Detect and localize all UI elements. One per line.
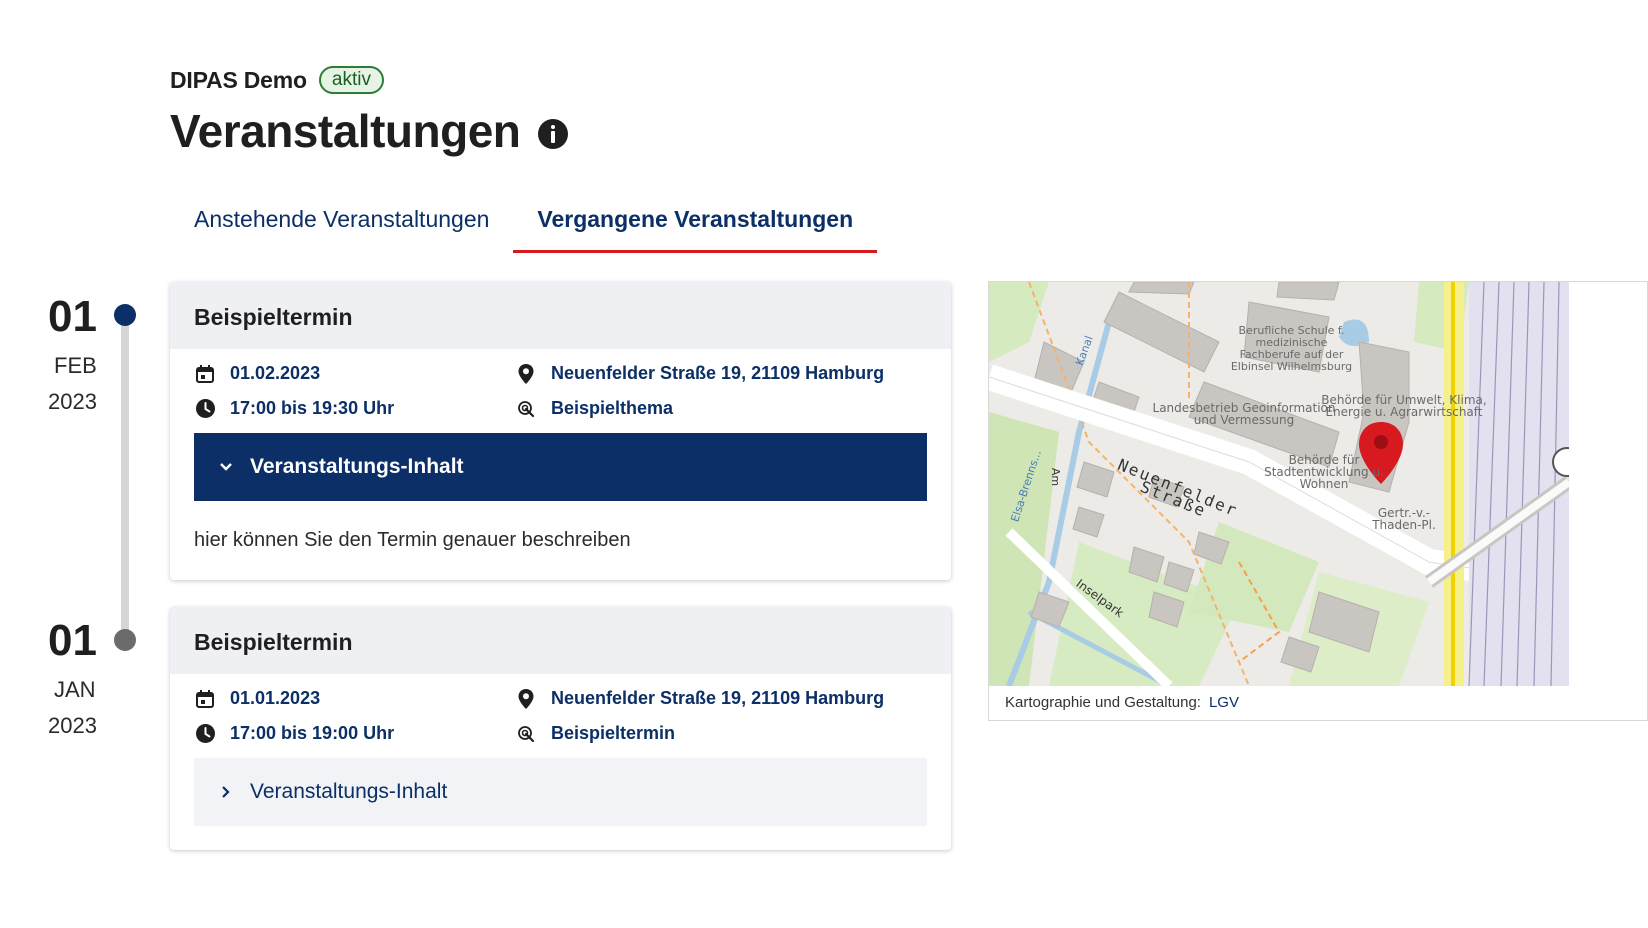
- event-title: Beispieltermin: [170, 607, 951, 674]
- event-meta: 01.02.2023 Neuenfelder Straße 19, 21109 …: [194, 363, 927, 419]
- topic-icon: [515, 398, 537, 420]
- status-badge: aktiv: [318, 66, 384, 94]
- map-attribution: Kartographie und Gestaltung: LGV: [989, 686, 1648, 722]
- event-topic-text: Beispielthema: [551, 398, 674, 418]
- map-canvas[interactable]: Berufliche Schule f. medizinische Fachbe…: [989, 282, 1569, 686]
- event-month: FEB: [54, 353, 97, 378]
- project-name: DIPAS Demo: [170, 66, 307, 93]
- chevron-down-icon: [218, 459, 234, 475]
- event-address-text: Neuenfelder Straße 19, 21109 Hamburg: [551, 688, 885, 708]
- attribution-link[interactable]: LGV: [1209, 694, 1239, 714]
- map-label-school: Berufliche Schule f. medizinische Fachbe…: [1230, 324, 1353, 373]
- event-year: 2023: [48, 713, 97, 738]
- page-title: Veranstaltungen: [170, 105, 521, 157]
- map-label-umwelt: Behörde für Umwelt, Klima, Energie u. Ag…: [1321, 393, 1487, 419]
- topic-icon: [515, 723, 537, 745]
- event-address-meta: Neuenfelder Straße 19, 21109 Hamburg: [515, 363, 927, 384]
- event-time-text: 17:00 bis 19:30 Uhr: [230, 398, 395, 418]
- map-label-stadt: Behörde für Stadtentwicklung u. Wohnen: [1264, 453, 1384, 491]
- accordion-label: Veranstaltungs-Inhalt: [250, 455, 464, 478]
- event-body: 01.02.2023 Neuenfelder Straße 19, 21109 …: [170, 349, 951, 501]
- tab-bar: Anstehende Veranstaltungen Vergangene Ve…: [170, 192, 877, 253]
- page-header: DIPAS Demo aktiv Veranstaltungen: [170, 64, 569, 158]
- timeline-dot: [114, 629, 136, 651]
- attribution-label: Kartographie und Gestaltung:: [1005, 694, 1201, 711]
- timeline-dot-active: [114, 304, 136, 326]
- event-content-accordion[interactable]: Veranstaltungs-Inhalt: [194, 433, 927, 501]
- event-title: Beispieltermin: [170, 282, 951, 349]
- clock-icon: [194, 398, 216, 420]
- map-label-am: Am: [1049, 467, 1062, 487]
- location-pin-icon: [515, 688, 537, 710]
- event-time-text: 17:00 bis 19:00 Uhr: [230, 723, 395, 743]
- chevron-right-icon: [218, 784, 234, 800]
- event-topic-meta: Beispielthema: [515, 398, 927, 419]
- clock-icon: [194, 723, 216, 745]
- event-description: hier können Sie den Termin genauer besch…: [194, 529, 631, 551]
- event-time-meta: 17:00 bis 19:00 Uhr: [194, 723, 515, 744]
- event-body: 01.01.2023 Neuenfelder Straße 19, 21109 …: [170, 674, 951, 850]
- event-time-meta: 17:00 bis 19:30 Uhr: [194, 398, 515, 419]
- tab-upcoming-events[interactable]: Anstehende Veranstaltungen: [170, 192, 513, 253]
- event-date-text: 01.02.2023: [230, 363, 321, 383]
- event-map[interactable]: Berufliche Schule f. medizinische Fachbe…: [988, 281, 1648, 721]
- map-label-lgv: Landesbetrieb Geoinformation und Vermess…: [1152, 401, 1336, 427]
- event-card: Beispieltermin 01.02.2023 Neuenfelder St…: [170, 282, 951, 580]
- map-label-gertr: Gertr.-v.-Thaden-Pl.: [1372, 506, 1436, 532]
- event-year: 2023: [48, 389, 97, 414]
- event-topic-text: Beispieltermin: [551, 723, 676, 743]
- event-date-meta: 01.01.2023: [194, 688, 515, 709]
- tab-past-events[interactable]: Vergangene Veranstaltungen: [513, 192, 877, 253]
- event-content-accordion[interactable]: Veranstaltungs-Inhalt: [194, 758, 927, 826]
- location-pin-icon: [515, 363, 537, 385]
- event-month: JAN: [54, 677, 96, 702]
- event-meta: 01.01.2023 Neuenfelder Straße 19, 21109 …: [194, 688, 927, 744]
- event-topic-meta: Beispieltermin: [515, 723, 927, 744]
- info-icon[interactable]: [538, 119, 569, 149]
- accordion-label: Veranstaltungs-Inhalt: [250, 780, 448, 803]
- title-row: Veranstaltungen: [170, 104, 569, 158]
- event-address-text: Neuenfelder Straße 19, 21109 Hamburg: [551, 363, 885, 383]
- event-card: Beispieltermin 01.01.2023 Neuenfelder St…: [170, 607, 951, 850]
- calendar-icon: [194, 688, 216, 710]
- event-date-text: 01.01.2023: [230, 688, 321, 708]
- event-address-meta: Neuenfelder Straße 19, 21109 Hamburg: [515, 688, 927, 709]
- project-row: DIPAS Demo aktiv: [170, 64, 568, 96]
- event-date-meta: 01.02.2023: [194, 363, 515, 384]
- calendar-icon: [194, 363, 216, 385]
